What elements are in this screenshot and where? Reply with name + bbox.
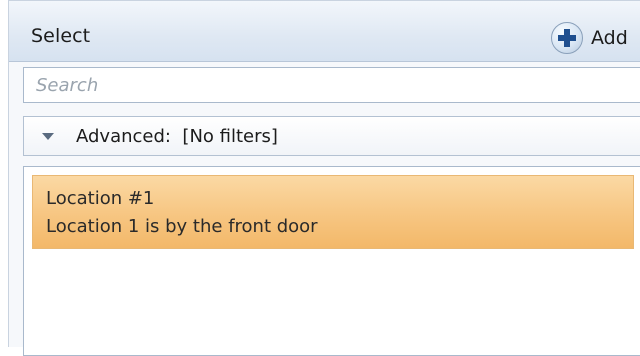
- results-list: Location #1 Location 1 is by the front d…: [23, 166, 640, 356]
- advanced-filter-label: Advanced: [No filters]: [76, 125, 278, 147]
- plus-icon: [551, 22, 583, 54]
- search-box: [23, 67, 640, 103]
- chevron-down-icon: [42, 132, 54, 140]
- select-panel: Select Add Advanced: [No filters] Locati…: [8, 0, 640, 356]
- add-button-label: Add: [591, 27, 628, 49]
- advanced-filter-toggle[interactable]: Advanced: [No filters]: [23, 116, 640, 156]
- list-item-description: Location 1 is by the front door: [46, 216, 318, 237]
- search-input[interactable]: [24, 68, 640, 102]
- panel-header: Select Add: [9, 1, 640, 62]
- panel-title: Select: [31, 25, 91, 47]
- list-item-title: Location #1: [46, 188, 155, 209]
- add-button[interactable]: Add: [551, 21, 628, 55]
- list-item[interactable]: Location #1 Location 1 is by the front d…: [32, 175, 634, 249]
